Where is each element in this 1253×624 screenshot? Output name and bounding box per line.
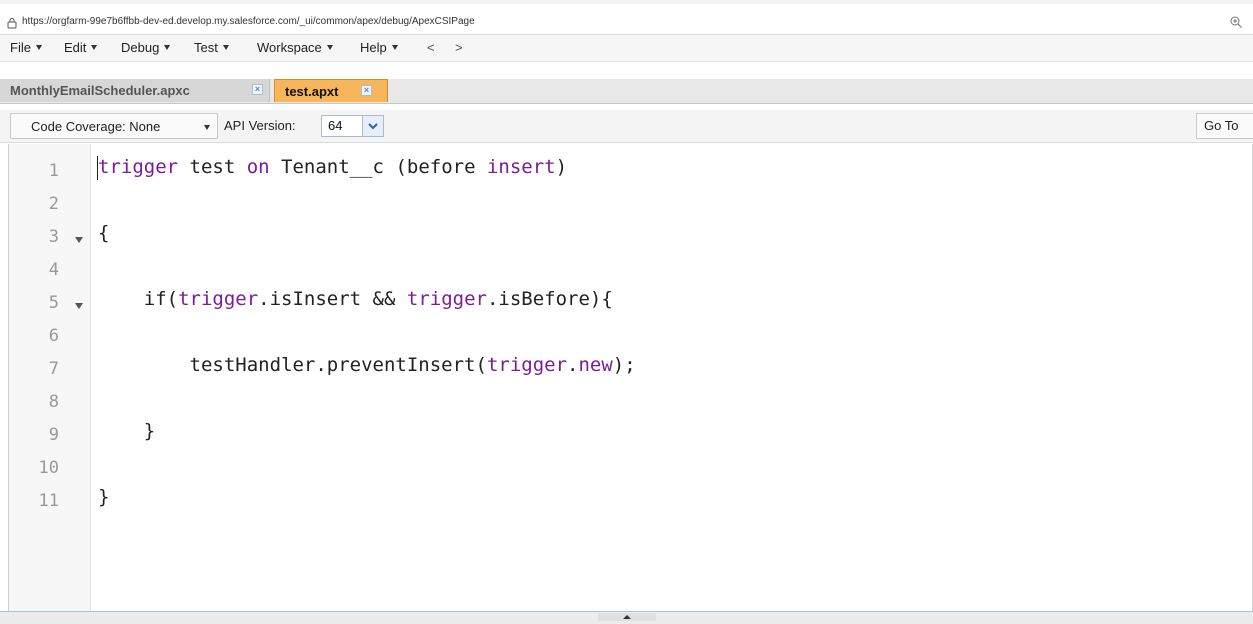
url-text[interactable]: https://orgfarm-99e7b6ffbb-dev-ed.develo… (22, 16, 475, 27)
tab-monthly-email-scheduler[interactable]: MonthlyEmailScheduler.apxc × (0, 79, 270, 102)
menu-workspace[interactable]: Workspace (257, 35, 333, 61)
line-number-gutter: 1 2 3 4 5 6 7 8 9 10 11 (9, 144, 91, 611)
menu-edit[interactable]: Edit (64, 35, 98, 61)
line-number: 10 (38, 458, 59, 478)
chevron-down-icon (91, 45, 98, 50)
code-line-9: } (98, 420, 156, 442)
go-to-button[interactable]: Go To (1196, 113, 1253, 139)
menu-file[interactable]: File (10, 35, 42, 61)
api-version-label: API Version: (224, 118, 296, 133)
line-number: 5 (48, 293, 59, 313)
menu-debug[interactable]: Debug (121, 35, 171, 61)
chevron-down-icon (368, 123, 378, 130)
chevron-down-icon (35, 45, 42, 50)
close-icon[interactable]: × (361, 85, 372, 96)
code-line-11: } (98, 486, 110, 508)
chevron-down-icon (204, 125, 210, 130)
panel-split-bar[interactable] (0, 611, 1253, 624)
history-forward-button[interactable]: > (455, 35, 463, 61)
code-coverage-label: Code Coverage: None (31, 119, 161, 134)
lock-icon (7, 18, 17, 29)
api-version-value: 64 (328, 118, 343, 133)
tab-label: test.apxt (285, 84, 339, 99)
line-number: 4 (48, 260, 59, 280)
fold-arrow-icon[interactable] (75, 303, 83, 309)
api-version-arrow[interactable] (362, 116, 383, 136)
code-line-1: trigger test on Tenant__c (before insert… (98, 156, 568, 178)
code-editor[interactable]: 1 2 3 4 5 6 7 8 9 10 11 trigger test on … (8, 144, 1253, 611)
history-back-button[interactable]: < (427, 35, 435, 61)
browser-top-strip (0, 0, 1253, 4)
line-number: 3 (48, 227, 59, 247)
menu-help[interactable]: Help (360, 35, 398, 61)
code-line-7: testHandler.preventInsert(trigger.new); (98, 354, 636, 376)
file-tab-bar: MonthlyEmailScheduler.apxc × test.apxt × (0, 79, 1253, 104)
line-number: 8 (48, 392, 59, 412)
menu-bar: File Edit Debug Test Workspace Help < > (0, 35, 1253, 62)
chevron-down-icon (222, 45, 229, 50)
line-number: 1 (48, 161, 59, 181)
chevron-down-icon (164, 45, 171, 50)
code-line-3: { (98, 222, 110, 244)
editor-toolbar: Code Coverage: None API Version: 64 Go T… (0, 110, 1253, 143)
browser-address-bar: https://orgfarm-99e7b6ffbb-dev-ed.develo… (0, 0, 1253, 35)
line-number: 9 (48, 425, 59, 445)
line-number: 6 (48, 326, 59, 346)
fold-arrow-icon[interactable] (75, 237, 83, 243)
tab-test-apxt[interactable]: test.apxt × (274, 79, 388, 102)
line-number: 7 (48, 359, 59, 379)
chevron-down-icon (326, 45, 333, 50)
api-version-select[interactable]: 64 (321, 115, 384, 137)
zoom-icon[interactable] (1229, 15, 1243, 29)
split-handle-icon[interactable] (598, 613, 656, 621)
close-icon[interactable]: × (252, 84, 263, 95)
line-number: 2 (48, 194, 59, 214)
chevron-down-icon (391, 45, 398, 50)
tab-label: MonthlyEmailScheduler.apxc (10, 83, 190, 98)
code-line-5: if(trigger.isInsert && trigger.isBefore)… (98, 288, 613, 310)
code-coverage-dropdown[interactable]: Code Coverage: None (10, 113, 218, 139)
menu-test[interactable]: Test (194, 35, 229, 61)
line-number: 11 (38, 491, 59, 511)
